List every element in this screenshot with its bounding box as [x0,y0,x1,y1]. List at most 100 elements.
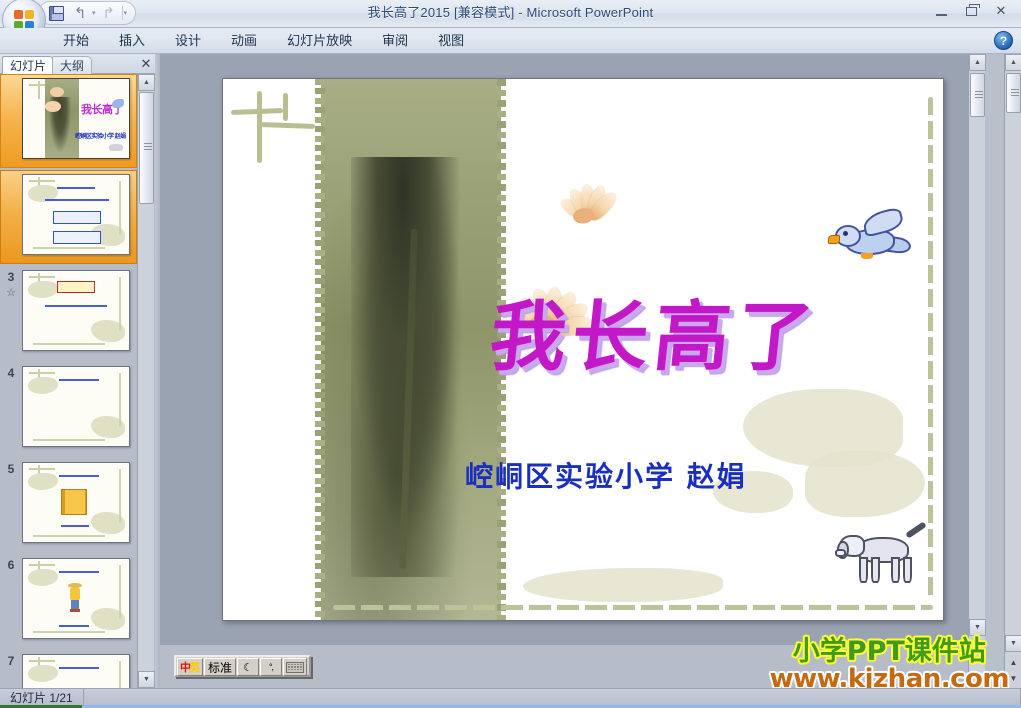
restore-button[interactable] [961,2,981,20]
bird-clipart [828,203,915,279]
window-scrollbar-thumb[interactable] [1006,73,1021,113]
help-icon[interactable]: ? [994,31,1013,50]
slide-thumbnail-list[interactable]: 1 ☆ 我长高了 崆峒区实验小学 赵娟 [0,74,137,688]
thumbnail-panel-scrollbar[interactable]: ▲ ▼ [137,74,155,688]
view-bottom-strip: 中 英 标准 ☾ °, [160,644,968,688]
ime-language-toolbar[interactable]: 中 英 标准 ☾ °, [174,655,312,677]
tab-view[interactable]: 视图 [423,28,479,54]
slides-outline-panel: 幻灯片 大纲 ✕ 1 ☆ 我长高了 崆峒区实验小学 赵娟 [0,54,160,688]
slide-number-label: 6 [7,558,15,572]
thumb-door-icon [61,489,87,515]
thumbnail-canvas-1: 我长高了 崆峒区实验小学 赵娟 [22,78,130,159]
ribbon-tabs: 开始 插入 设计 动画 幻灯片放映 审阅 视图 [48,28,479,54]
window-scroll-up-button[interactable]: ▲ [1005,54,1021,71]
panel-tab-bar: 幻灯片 大纲 ✕ [0,54,160,74]
ime-punctuation-icon[interactable]: °, [260,658,283,676]
slide-thumbnail-2[interactable]: 2 ☆ [0,170,137,266]
save-icon [48,5,64,21]
thumbnail-canvas-4 [22,366,130,447]
window-next-button[interactable]: ▼ [1006,670,1021,686]
close-button[interactable]: ✕ [991,2,1011,20]
brush-corner-decoration [230,87,317,163]
next-slide-button[interactable]: ▼ [970,652,985,668]
slide-number-3: 3 ☆ [0,266,22,362]
qat-separator [121,6,123,20]
slide-number-4: 4 [0,362,22,458]
ribbon-tab-bar: 开始 插入 设计 动画 幻灯片放映 审阅 视图 ? [0,28,1021,54]
thumb-kid-icon [67,583,83,613]
slide-number-7: 7 [0,650,22,688]
slide-number-label: 5 [7,462,15,476]
ime-mode-button[interactable]: 标准 [204,658,237,676]
thumbnail-scrollbar-thumb[interactable] [139,92,154,204]
slide-thumbnail-3[interactable]: 3 ☆ [0,266,137,362]
thumbnail-canvas-3 [22,270,130,351]
slide-thumbnail-5[interactable]: 5 [0,458,137,554]
previous-slide-button[interactable]: ▲ [970,636,985,652]
tab-slides-thumbnails[interactable]: 幻灯片 [2,56,55,74]
quick-access-toolbar: ↰ ▾ ↱ ▾ [38,1,137,25]
slide-scroll-down-button[interactable]: ▼ [969,619,986,636]
tab-home[interactable]: 开始 [48,28,104,54]
keyboard-icon [286,661,305,673]
tab-outline[interactable]: 大纲 [52,56,93,74]
window-nav-buttons[interactable]: ▲ ▼ [1006,654,1021,686]
undo-dropdown-caret[interactable]: ▾ [92,9,96,17]
scroll-grip-icon [975,91,983,98]
slide-scroll-up-button[interactable]: ▲ [969,54,986,71]
undo-button[interactable]: ↰ [69,3,91,23]
redo-button[interactable]: ↱ [98,3,120,23]
tab-review[interactable]: 审阅 [367,28,423,54]
powerpoint-window: 我长高了2015 [兼容模式] - Microsoft PowerPoint ↰… [0,0,1021,708]
window-scroll-down-button[interactable]: ▼ [1005,635,1021,652]
tab-insert[interactable]: 插入 [104,28,160,54]
title-bar: 我长高了2015 [兼容模式] - Microsoft PowerPoint ↰… [0,0,1021,42]
redo-icon: ↱ [102,4,115,22]
thumb-bird-icon [112,99,124,108]
window-controls: ✕ [931,2,1017,20]
bottom-border-decoration [333,605,933,610]
current-slide-canvas[interactable]: 我长高了 崆峒区实验小学 赵娟 [222,78,944,621]
slide-subtitle-text[interactable]: 崆峒区实验小学 赵娟 [465,455,925,495]
window-scrollbar[interactable]: ▲ ▼ ▲ ▼ [1004,54,1021,688]
slide-nav-buttons[interactable]: ▲ ▼ [970,636,985,668]
thumbnail-canvas-5 [22,462,130,543]
slide-number-label: 4 [7,366,15,380]
tab-animations[interactable]: 动画 [216,28,272,54]
slide-thumbnail-1[interactable]: 1 ☆ 我长高了 崆峒区实验小学 赵娟 [0,74,137,170]
ime-logo-en: 英 [189,662,200,674]
outer-right-column: ▲ ▼ ▲ ▼ [985,54,1021,688]
customize-qat-caret[interactable]: ▾ [124,9,128,17]
close-panel-icon[interactable]: ✕ [138,56,154,72]
ime-logo-icon[interactable]: 中 英 [177,658,203,676]
slide-thumbnail-4[interactable]: 4 [0,362,137,458]
slide-title-text[interactable]: 我长高了 [485,275,917,385]
undo-icon: ↰ [73,4,87,22]
slide-number-5: 5 [0,458,22,554]
slide-thumbnail-7[interactable]: 7 [0,650,137,688]
tab-slideshow[interactable]: 幻灯片放映 [272,28,367,54]
thumbnail-canvas-6 [22,558,130,639]
thumbnail-canvas-7 [22,654,130,688]
tab-design[interactable]: 设计 [160,28,216,54]
slide-number-6: 6 [0,554,22,650]
slide-number-label: 3 [7,270,15,284]
window-title: 我长高了2015 [兼容模式] - Microsoft PowerPoint [367,5,654,20]
scroll-grip-icon [1011,89,1019,96]
ime-halfwidth-icon[interactable]: ☾ [237,658,260,676]
thumbnail-scroll-down-button[interactable]: ▼ [138,671,155,688]
scroll-grip-icon [144,143,152,150]
thumb-subtitle-text: 崆峒区实验小学 赵娟 [75,134,126,140]
dog-clipart [835,521,931,589]
lotus-flower-upper [534,163,629,233]
slide-scrollbar-thumb[interactable] [970,73,985,117]
slide-scrollbar[interactable]: ▲ ▼ ▲ ▼ [968,54,986,688]
minimize-button[interactable] [931,2,951,20]
save-button[interactable] [45,3,67,23]
window-prev-button[interactable]: ▲ [1006,654,1021,670]
slide-thumbnail-6[interactable]: 6 [0,554,137,650]
wash-blob-4 [523,568,723,602]
thumbnail-scroll-up-button[interactable]: ▲ [138,74,155,91]
ime-soft-keyboard-button[interactable] [283,658,308,676]
thumb-dog-icon [109,144,123,151]
